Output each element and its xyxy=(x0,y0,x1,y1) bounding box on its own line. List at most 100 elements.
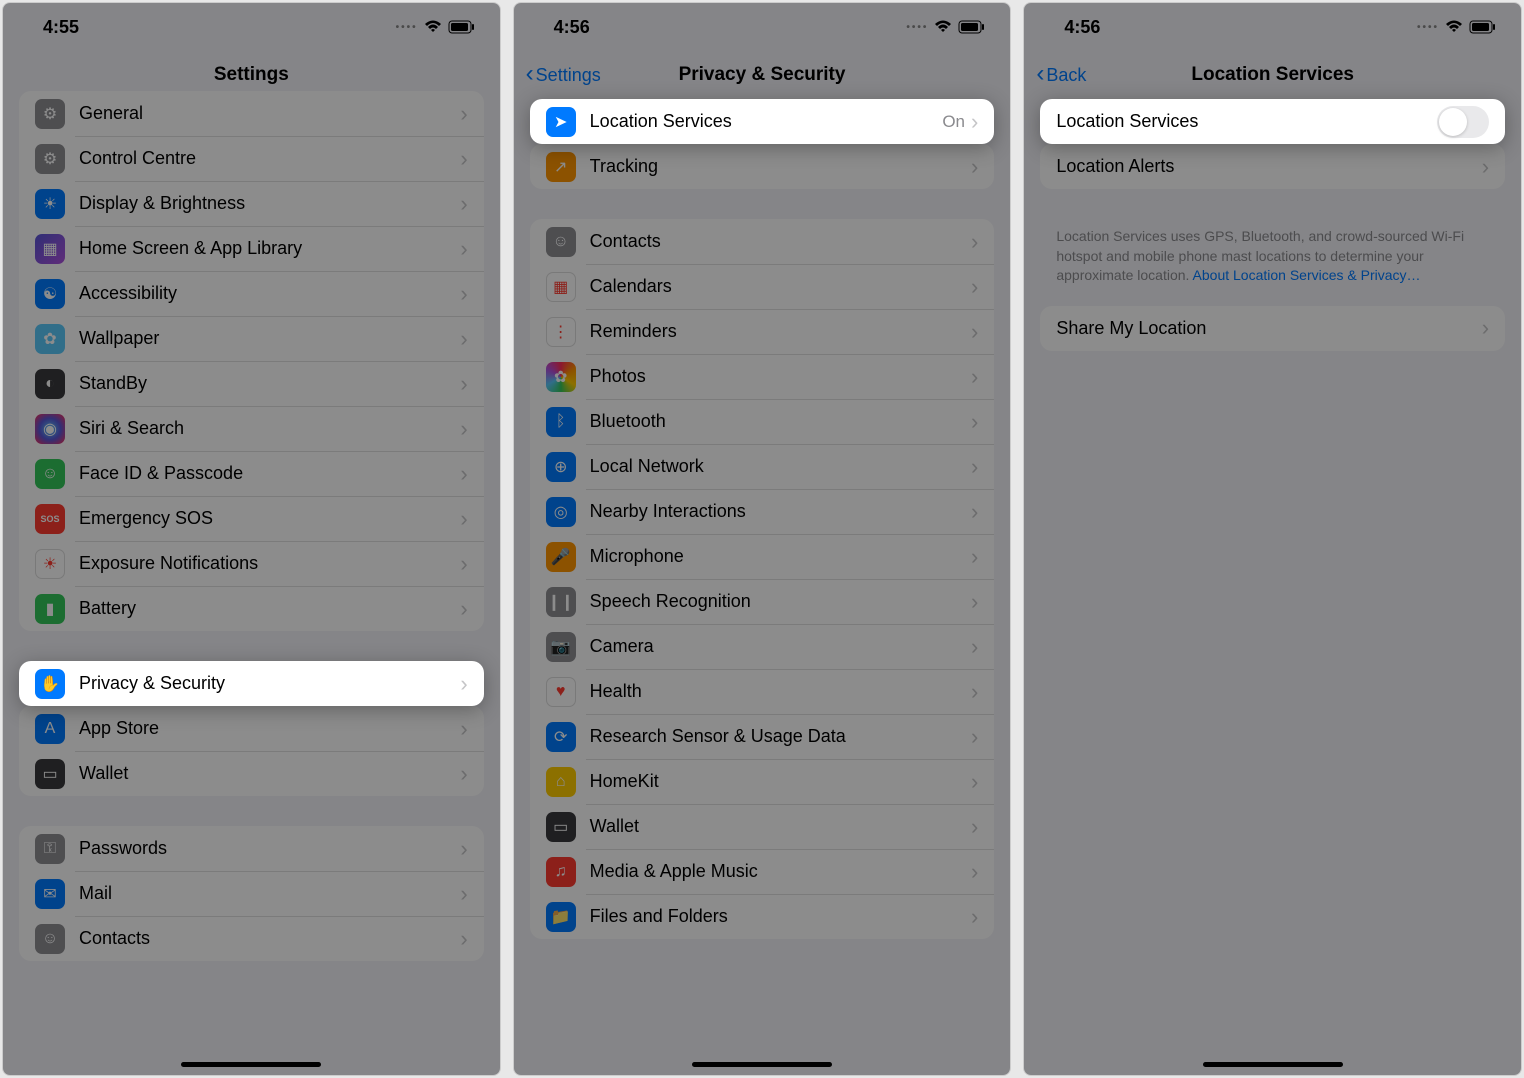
chevron-right-icon: › xyxy=(971,156,978,178)
settings-row[interactable]: Location Services xyxy=(1040,99,1505,144)
page-title: Settings xyxy=(3,64,500,86)
chevron-right-icon: › xyxy=(460,838,467,860)
settings-row[interactable]: ⌂HomeKit› xyxy=(530,759,995,804)
settings-row[interactable]: ⋮Reminders› xyxy=(530,309,995,354)
settings-row[interactable]: ☺Face ID & Passcode› xyxy=(19,451,484,496)
settings-row[interactable]: AApp Store› xyxy=(19,706,484,751)
chevron-right-icon: › xyxy=(460,103,467,125)
settings-row[interactable]: 📷Camera› xyxy=(530,624,995,669)
chevron-right-icon: › xyxy=(460,148,467,170)
row-label: Photos xyxy=(590,366,971,387)
settings-row[interactable]: ➤Location ServicesOn› xyxy=(530,99,995,144)
row-label: Accessibility xyxy=(79,283,460,304)
settings-row[interactable]: ♥Health› xyxy=(530,669,995,714)
chevron-right-icon: › xyxy=(971,321,978,343)
row-label: Share My Location xyxy=(1056,318,1481,339)
status-bar: 4:56•••• xyxy=(514,3,1011,51)
settings-row[interactable]: ☺Contacts› xyxy=(530,219,995,264)
settings-row[interactable]: ☀Exposure Notifications› xyxy=(19,541,484,586)
settings-row[interactable]: ◎Nearby Interactions› xyxy=(530,489,995,534)
music-icon: ♫ xyxy=(546,857,576,887)
wifi-icon xyxy=(1445,20,1463,34)
chevron-right-icon: › xyxy=(460,463,467,485)
chevron-right-icon: › xyxy=(971,111,978,133)
row-label: Media & Apple Music xyxy=(590,861,971,882)
chevron-right-icon: › xyxy=(460,373,467,395)
chevron-right-icon: › xyxy=(460,928,467,950)
settings-row[interactable]: Share My Location› xyxy=(1040,306,1505,351)
settings-group: ⚿Passwords›✉Mail›☺Contacts› xyxy=(19,826,484,961)
toggle-switch[interactable] xyxy=(1437,106,1489,138)
row-label: Tracking xyxy=(590,156,971,177)
row-label: Mail xyxy=(79,883,460,904)
research-icon: ⟳ xyxy=(546,722,576,752)
row-label: Location Services xyxy=(1056,111,1437,132)
chevron-right-icon: › xyxy=(460,193,467,215)
settings-row[interactable]: 🎤Microphone› xyxy=(530,534,995,579)
status-bar: 4:56•••• xyxy=(1024,3,1521,51)
settings-row[interactable]: ✉Mail› xyxy=(19,871,484,916)
settings-row[interactable]: ✋Privacy & Security› xyxy=(19,661,484,706)
hand-icon: ✋ xyxy=(35,669,65,699)
nav-header: ‹BackLocation Services xyxy=(1024,51,1521,99)
row-label: Battery xyxy=(79,598,460,619)
settings-row[interactable]: ⚿Passwords› xyxy=(19,826,484,871)
settings-row[interactable]: ✿Photos› xyxy=(530,354,995,399)
row-label: Reminders xyxy=(590,321,971,342)
chevron-right-icon: › xyxy=(971,771,978,793)
chevron-right-icon: › xyxy=(460,553,467,575)
settings-row[interactable]: ▦Home Screen & App Library› xyxy=(19,226,484,271)
settings-row[interactable]: ▭Wallet› xyxy=(19,751,484,796)
siri-icon: ◉ xyxy=(35,414,65,444)
footer-link[interactable]: About Location Services & Privacy… xyxy=(1193,267,1421,283)
row-label: Health xyxy=(590,681,971,702)
network-icon: ⊕ xyxy=(546,452,576,482)
settings-row[interactable]: ☺Contacts› xyxy=(19,916,484,961)
row-label: Wallpaper xyxy=(79,328,460,349)
settings-row[interactable]: ▭Wallet› xyxy=(530,804,995,849)
speech-icon: ❙❙ xyxy=(546,587,576,617)
row-label: Wallet xyxy=(79,763,460,784)
content-area: ➤Location ServicesOn›↗Tracking› ☺Contacts… xyxy=(514,99,1011,939)
settings-row[interactable]: ᛒBluetooth› xyxy=(530,399,995,444)
settings-row[interactable]: ⊕Local Network› xyxy=(530,444,995,489)
row-label: Files and Folders xyxy=(590,906,971,927)
home-indicator xyxy=(692,1062,832,1067)
back-label: Back xyxy=(1046,65,1086,86)
settings-row[interactable]: ♫Media & Apple Music› xyxy=(530,849,995,894)
home-icon: ⌂ xyxy=(546,767,576,797)
settings-row[interactable]: ⟳Research Sensor & Usage Data› xyxy=(530,714,995,759)
battery-icon xyxy=(958,20,986,34)
settings-row[interactable]: ◐StandBy› xyxy=(19,361,484,406)
back-button[interactable]: ‹Back xyxy=(1036,64,1086,86)
settings-row[interactable]: ❙❙Speech Recognition› xyxy=(530,579,995,624)
settings-row[interactable]: 📁Files and Folders› xyxy=(530,894,995,939)
status-icons: •••• xyxy=(1417,20,1497,34)
settings-row[interactable]: SOSEmergency SOS› xyxy=(19,496,484,541)
settings-row[interactable]: ▮Battery› xyxy=(19,586,484,631)
settings-row[interactable]: ⚙Control Centre› xyxy=(19,136,484,181)
chevron-right-icon: › xyxy=(460,673,467,695)
row-label: Research Sensor & Usage Data xyxy=(590,726,971,747)
settings-row[interactable]: ☯Accessibility› xyxy=(19,271,484,316)
settings-row[interactable]: ☀Display & Brightness› xyxy=(19,181,484,226)
contacts-icon: ☺ xyxy=(35,924,65,954)
settings-row[interactable]: ◉Siri & Search› xyxy=(19,406,484,451)
accessibility-icon: ☯ xyxy=(35,279,65,309)
chevron-right-icon: › xyxy=(971,906,978,928)
chevron-right-icon: › xyxy=(460,238,467,260)
settings-group: ☺Contacts›▦Calendars›⋮Reminders›✿Photos›… xyxy=(530,219,995,939)
chevron-right-icon: › xyxy=(971,816,978,838)
settings-row[interactable]: ↗Tracking› xyxy=(530,144,995,189)
status-time: 4:55 xyxy=(43,17,79,38)
settings-row[interactable]: ⚙General› xyxy=(19,91,484,136)
nav-header: ‹SettingsPrivacy & Security xyxy=(514,51,1011,99)
back-button[interactable]: ‹Settings xyxy=(526,64,601,86)
chevron-right-icon: › xyxy=(460,508,467,530)
chevron-right-icon: › xyxy=(971,591,978,613)
chevron-right-icon: › xyxy=(971,501,978,523)
settings-row[interactable]: Location Alerts› xyxy=(1040,144,1505,189)
settings-row[interactable]: ▦Calendars› xyxy=(530,264,995,309)
row-label: Display & Brightness xyxy=(79,193,460,214)
settings-row[interactable]: ✿Wallpaper› xyxy=(19,316,484,361)
